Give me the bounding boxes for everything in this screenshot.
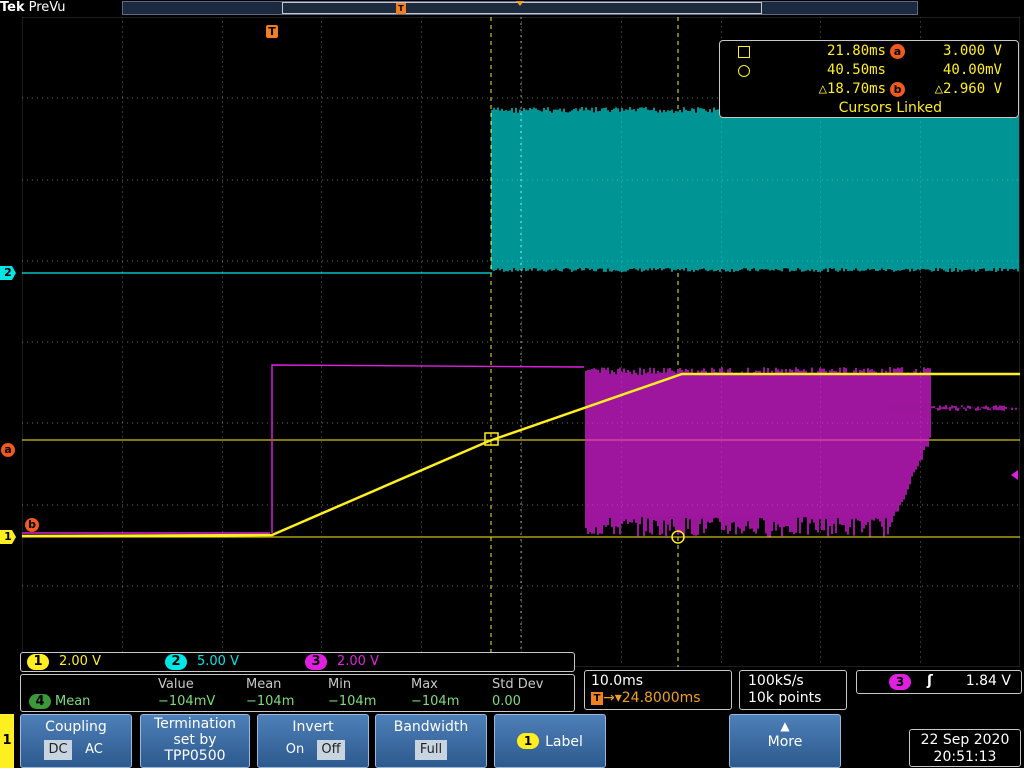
date-time-display: 22 Sep 2020 20:51:13 xyxy=(909,729,1021,767)
ch1-scale-value: 2.00 V xyxy=(59,654,101,669)
ch2-scale-value: 5.00 V xyxy=(197,654,239,669)
ch3-scale[interactable]: 3 2.00 V xyxy=(305,654,379,670)
label-ch1-badge: 1 xyxy=(517,733,540,749)
ch1-scale[interactable]: 1 2.00 V xyxy=(27,654,101,670)
trigger-delay-value: →▾24.8000ms xyxy=(603,690,701,706)
more-button[interactable]: ▲ More xyxy=(729,714,841,768)
trigger-readout[interactable]: 3 ʃ 1.84 V xyxy=(856,670,1022,694)
ch3-scale-value: 2.00 V xyxy=(337,654,379,669)
invert-on-option[interactable]: On xyxy=(281,740,309,760)
invert-button[interactable]: Invert On Off xyxy=(257,714,369,768)
record-trigger-icon: T xyxy=(396,3,406,14)
cursor-a-marker[interactable]: a xyxy=(1,443,15,457)
measurement-panel[interactable]: 4 Mean Value Mean Min Max Std Dev −104mV … xyxy=(20,674,575,712)
value-max: −104m xyxy=(411,694,460,709)
trigger-level-value: 1.84 V xyxy=(965,673,1011,689)
top-status-bar: Tek PreVu T xyxy=(0,0,1024,16)
channel-scale-bar: 1 2.00 V 2 5.00 V 3 2.00 V xyxy=(20,652,575,672)
rising-edge-icon: ʃ xyxy=(927,673,933,689)
cursor-a-voltage: 3.000 V xyxy=(942,43,1002,59)
horizontal-readout[interactable]: 10.0ms T →▾24.8000ms xyxy=(584,670,732,710)
ch2-scale[interactable]: 2 5.00 V xyxy=(165,654,239,670)
acquisition-readout[interactable]: 100kS/s 10k points xyxy=(739,670,847,710)
circle-cursor-icon xyxy=(738,65,750,77)
time: 20:51:13 xyxy=(933,749,997,765)
coupling-ac-option[interactable]: AC xyxy=(80,740,108,760)
sample-rate: 100kS/s xyxy=(748,673,804,689)
cursors-linked-label: Cursors Linked xyxy=(838,100,942,116)
ch3-badge: 3 xyxy=(305,654,327,670)
ch2-ground-marker[interactable]: 2 xyxy=(0,266,16,280)
measurement-name: Mean xyxy=(55,694,91,709)
ch1-ground-marker[interactable]: 1 xyxy=(0,530,16,544)
value-value: −104mV xyxy=(158,694,216,709)
termination-label: Termination xyxy=(153,716,237,732)
more-up-icon: ▲ xyxy=(780,719,790,733)
value-mean: −104m xyxy=(246,694,295,709)
cursor-b-badge: b xyxy=(890,82,905,97)
trigger-level-marker[interactable] xyxy=(1011,470,1018,480)
cursor-row-1: 21.80ms a 3.000 V xyxy=(720,42,1020,61)
cursor-row-2: 40.50ms 40.00mV xyxy=(720,61,1020,80)
record-length: 10k points xyxy=(748,690,822,706)
invert-off-option[interactable]: Off xyxy=(317,740,345,760)
bandwidth-value: Full xyxy=(415,740,447,760)
label-button[interactable]: 1 Label xyxy=(494,714,606,768)
cursor-row-3: △18.70ms b △2.960 V xyxy=(720,80,1020,99)
header-min: Min xyxy=(328,677,352,692)
trigger-delay: T →▾24.8000ms xyxy=(591,690,701,706)
header-std-dev: Std Dev xyxy=(492,677,544,692)
ch2-badge: 2 xyxy=(165,654,187,670)
cursor-delta-time: △18.70ms xyxy=(818,81,886,97)
record-center-icon xyxy=(516,1,524,6)
more-label: More xyxy=(767,734,803,750)
cursor-readout[interactable]: 21.80ms a 3.000 V 40.50ms 40.00mV △18.70… xyxy=(719,40,1019,118)
termination-probe: TPP0500 xyxy=(164,748,226,764)
cursor-delta-voltage: △2.960 V xyxy=(934,81,1002,97)
coupling-label: Coupling xyxy=(45,719,107,735)
ch1-badge: 1 xyxy=(27,654,49,670)
time-per-division: 10.0ms xyxy=(591,673,644,689)
termination-line2: set by xyxy=(173,732,217,748)
trigger-position-marker[interactable]: T xyxy=(266,25,278,38)
value-min: −104m xyxy=(328,694,377,709)
header-value: Value xyxy=(158,677,194,692)
cursor-2-time: 40.50ms xyxy=(826,62,886,78)
cursor-b-marker[interactable]: b xyxy=(25,518,39,532)
bandwidth-button[interactable]: Bandwidth Full xyxy=(375,714,487,768)
invert-label: Invert xyxy=(292,719,334,735)
acquisition-mode: PreVu xyxy=(28,0,66,15)
date: 22 Sep 2020 xyxy=(920,732,1010,748)
brand-label: Tek PreVu xyxy=(0,0,66,16)
square-cursor-icon xyxy=(738,46,750,58)
cursor-a-badge: a xyxy=(890,44,905,59)
bandwidth-label: Bandwidth xyxy=(393,719,469,735)
measurement-source: 4 Mean xyxy=(29,694,90,710)
trigger-icon: T xyxy=(591,692,603,705)
coupling-button[interactable]: Coupling DC AC xyxy=(20,714,132,768)
header-mean: Mean xyxy=(246,677,282,692)
ch4-badge: 4 xyxy=(29,694,51,709)
termination-button[interactable]: Termination set by TPP0500 xyxy=(140,714,250,768)
label-text: Label xyxy=(545,734,583,750)
cursor-b-voltage: 40.00mV xyxy=(942,62,1002,78)
menu-channel-tab: 1 xyxy=(0,714,14,768)
brand-name: Tek xyxy=(0,0,25,15)
cursor-1-time: 21.80ms xyxy=(826,43,886,59)
coupling-dc-option[interactable]: DC xyxy=(44,740,72,760)
value-std-dev: 0.00 xyxy=(492,694,521,709)
trigger-source-badge: 3 xyxy=(889,674,911,690)
header-max: Max xyxy=(411,677,438,692)
